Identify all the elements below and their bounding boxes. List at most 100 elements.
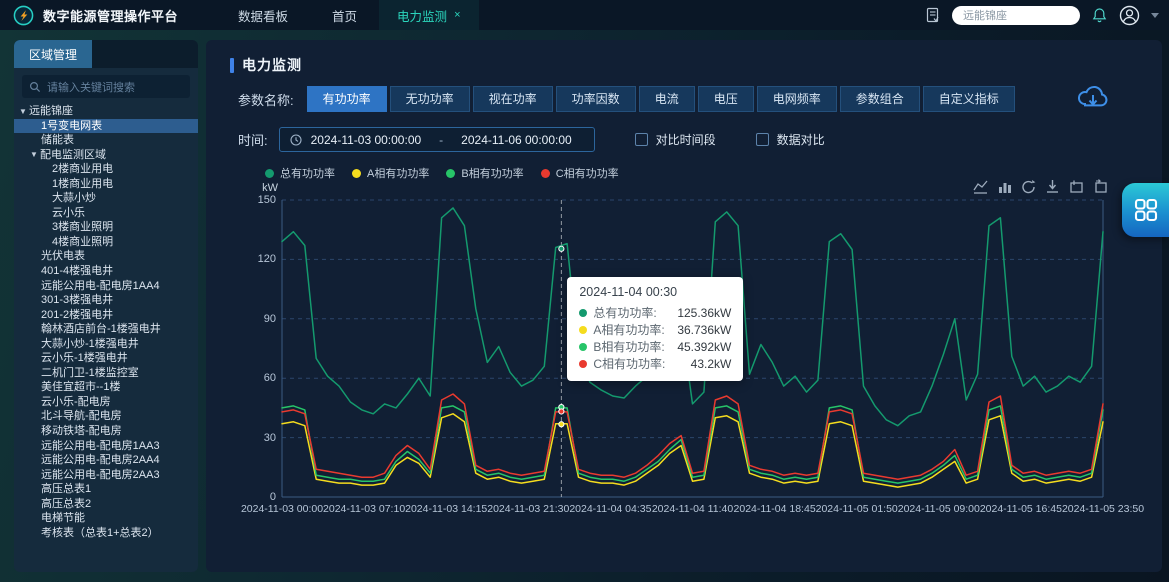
tree-item[interactable]: 2楼商业用电	[14, 162, 198, 177]
tree-item-label: 云小乐-配电房	[41, 396, 111, 408]
tooltip-series-name: C相有功功率:	[593, 355, 665, 372]
tree-item[interactable]: 美佳宜超市--1楼	[14, 380, 198, 395]
app-logo-icon	[13, 5, 34, 26]
param-button[interactable]: 参数组合	[840, 86, 920, 112]
tree-item-label: 远能公用电-配电房2AA3	[41, 469, 160, 481]
tab-power-monitoring[interactable]: 电力监测 ×	[379, 0, 478, 30]
data-zoom-icon[interactable]	[1069, 179, 1084, 194]
tree-item[interactable]: 光伏电表	[14, 249, 198, 264]
legend-item[interactable]: 总有功功率	[265, 165, 335, 181]
tree-caret-icon[interactable]: ▼	[30, 148, 40, 163]
checkbox-box[interactable]	[756, 133, 769, 146]
tree-item[interactable]: 4楼商业照明	[14, 235, 198, 250]
tree-item[interactable]: 考核表（总表1+总表2）	[14, 526, 198, 541]
tree-item-label: 远能锦座	[29, 105, 73, 117]
chart-legend: 总有功功率 A相有功功率 B相有功功率 C相有功功率	[265, 165, 619, 181]
magnifier-icon	[29, 81, 41, 93]
tree-item[interactable]: ▼配电监测区域	[14, 148, 198, 163]
checkbox-2[interactable]: 数据对比	[756, 131, 825, 148]
param-button[interactable]: 有功功率	[307, 86, 387, 112]
bell-icon[interactable]	[1091, 7, 1108, 24]
tree-item-label: 3楼商业照明	[52, 221, 113, 233]
parameter-label: 参数名称:	[238, 90, 294, 109]
legend-item[interactable]: C相有功功率	[541, 165, 619, 181]
tree-item[interactable]: 远能公用电-配电房2AA3	[14, 468, 198, 483]
checkbox-box[interactable]	[635, 133, 648, 146]
apps-fab-button[interactable]	[1122, 183, 1169, 237]
tree-item-label: 高压总表2	[41, 498, 91, 510]
tree-item-label: 翰林酒店前台-1楼强电井	[41, 323, 161, 335]
x-axis-tick: 2024-11-05 23:50	[1062, 503, 1144, 515]
tree-item-label: 云小乐-1楼强电井	[41, 352, 128, 364]
nav-item-1[interactable]: 数据看板	[216, 0, 310, 30]
tree-item[interactable]: 二机门卫-1楼监控室	[14, 366, 198, 381]
tree-caret-icon[interactable]: ▼	[19, 105, 29, 120]
search-value: 远能锦座	[963, 7, 1007, 23]
tree-item[interactable]: 201-2楼强电井	[14, 308, 198, 323]
tree-item[interactable]: 3楼商业照明	[14, 220, 198, 235]
chevron-down-icon[interactable]	[1151, 13, 1159, 18]
tree-item-label: 4楼商业照明	[52, 236, 113, 248]
x-axis-tick: 2024-11-03 00:00	[241, 503, 323, 515]
tab-close-icon[interactable]: ×	[454, 9, 460, 21]
tooltip-series-value: 43.2kW	[691, 357, 732, 371]
legend-item[interactable]: B相有功功率	[446, 165, 523, 181]
tab-region-management[interactable]: 区域管理	[14, 40, 92, 68]
param-button[interactable]: 无功功率	[390, 86, 470, 112]
search-input[interactable]: 远能锦座	[952, 6, 1080, 25]
app-grid-icon	[1133, 197, 1159, 223]
tree-item[interactable]: 1号变电网表	[14, 119, 198, 134]
tree-item[interactable]: 远能公用电-配电房2AA4	[14, 453, 198, 468]
tree-item[interactable]: ▼远能锦座	[14, 104, 198, 119]
param-button[interactable]: 电网频率	[757, 86, 837, 112]
zoom-reset-icon[interactable]	[1093, 179, 1108, 194]
param-button[interactable]: 自定义指标	[923, 86, 1015, 112]
tree-item[interactable]: 电梯节能	[14, 511, 198, 526]
tooltip-row: 总有功功率:125.36kW	[579, 304, 731, 321]
param-button[interactable]: 电流	[639, 86, 695, 112]
sidebar: 区域管理 请输入关键词搜索 ▼远能锦座1号变电网表储能表▼配电监测区域2楼商业用…	[14, 40, 198, 572]
tree-item[interactable]: 高压总表2	[14, 497, 198, 512]
nav-item-2[interactable]: 首页	[310, 0, 379, 30]
tooltip-series-dot	[579, 309, 587, 317]
tree-item[interactable]: 1楼商业用电	[14, 177, 198, 192]
save-image-icon[interactable]	[1045, 179, 1060, 194]
restore-icon[interactable]	[1021, 179, 1036, 194]
user-avatar[interactable]	[1119, 5, 1140, 26]
legend-item[interactable]: A相有功功率	[352, 165, 429, 181]
x-axis-tick: 2024-11-03 07:10	[323, 503, 405, 515]
tree-item[interactable]: 翰林酒店前台-1楼强电井	[14, 322, 198, 337]
tree-item[interactable]: 移动铁塔-配电房	[14, 424, 198, 439]
parameter-buttons: 有功功率无功功率视在功率功率因数电流电压电网频率参数组合自定义指标	[307, 86, 1018, 112]
tree-item[interactable]: 高压总表1	[14, 482, 198, 497]
report-icon[interactable]	[925, 7, 941, 23]
date-range-picker[interactable]: 2024-11-03 00:00:00 - 2024-11-06 00:00:0…	[279, 127, 595, 152]
tree-item[interactable]: 301-3楼强电井	[14, 293, 198, 308]
chart-tooltip: 2024-11-04 00:30 总有功功率:125.36kWA相有功功率:36…	[567, 277, 743, 381]
top-right-cluster: 远能锦座	[925, 5, 1169, 26]
tree-item-label: 1楼商业用电	[52, 178, 113, 190]
line-chart-icon[interactable]	[973, 179, 988, 194]
param-button[interactable]: 视在功率	[473, 86, 553, 112]
bar-chart-icon[interactable]	[997, 179, 1012, 194]
tree-item[interactable]: 大蒜小炒	[14, 191, 198, 206]
cloud-download-icon[interactable]	[1076, 82, 1110, 112]
tree-item-label: 301-3楼强电井	[41, 294, 113, 306]
tree-item[interactable]: 北斗导航-配电房	[14, 409, 198, 424]
tree-item[interactable]: 云小乐-配电房	[14, 395, 198, 410]
tooltip-series-dot	[579, 343, 587, 351]
tree-item[interactable]: 401-4楼强电井	[14, 264, 198, 279]
tree-item[interactable]: 储能表	[14, 133, 198, 148]
tree-item[interactable]: 远能公用电-配电房1AA3	[14, 439, 198, 454]
param-button[interactable]: 电压	[698, 86, 754, 112]
tree-item[interactable]: 远能公用电-配电房1AA4	[14, 279, 198, 294]
tree-item[interactable]: 云小乐-1楼强电井	[14, 351, 198, 366]
tree-item[interactable]: 大蒜小炒-1楼强电井	[14, 337, 198, 352]
sidebar-search-input[interactable]: 请输入关键词搜索	[22, 75, 190, 98]
param-button[interactable]: 功率因数	[556, 86, 636, 112]
tree-item-label: 美佳宜超市--1楼	[41, 381, 120, 393]
checkbox-1[interactable]: 对比时间段	[635, 131, 716, 148]
tooltip-title: 2024-11-04 00:30	[579, 285, 731, 299]
tree-item[interactable]: 云小乐	[14, 206, 198, 221]
app-window: 数字能源管理操作平台 数据看板首页 电力监测 × 远能锦座	[0, 0, 1169, 582]
